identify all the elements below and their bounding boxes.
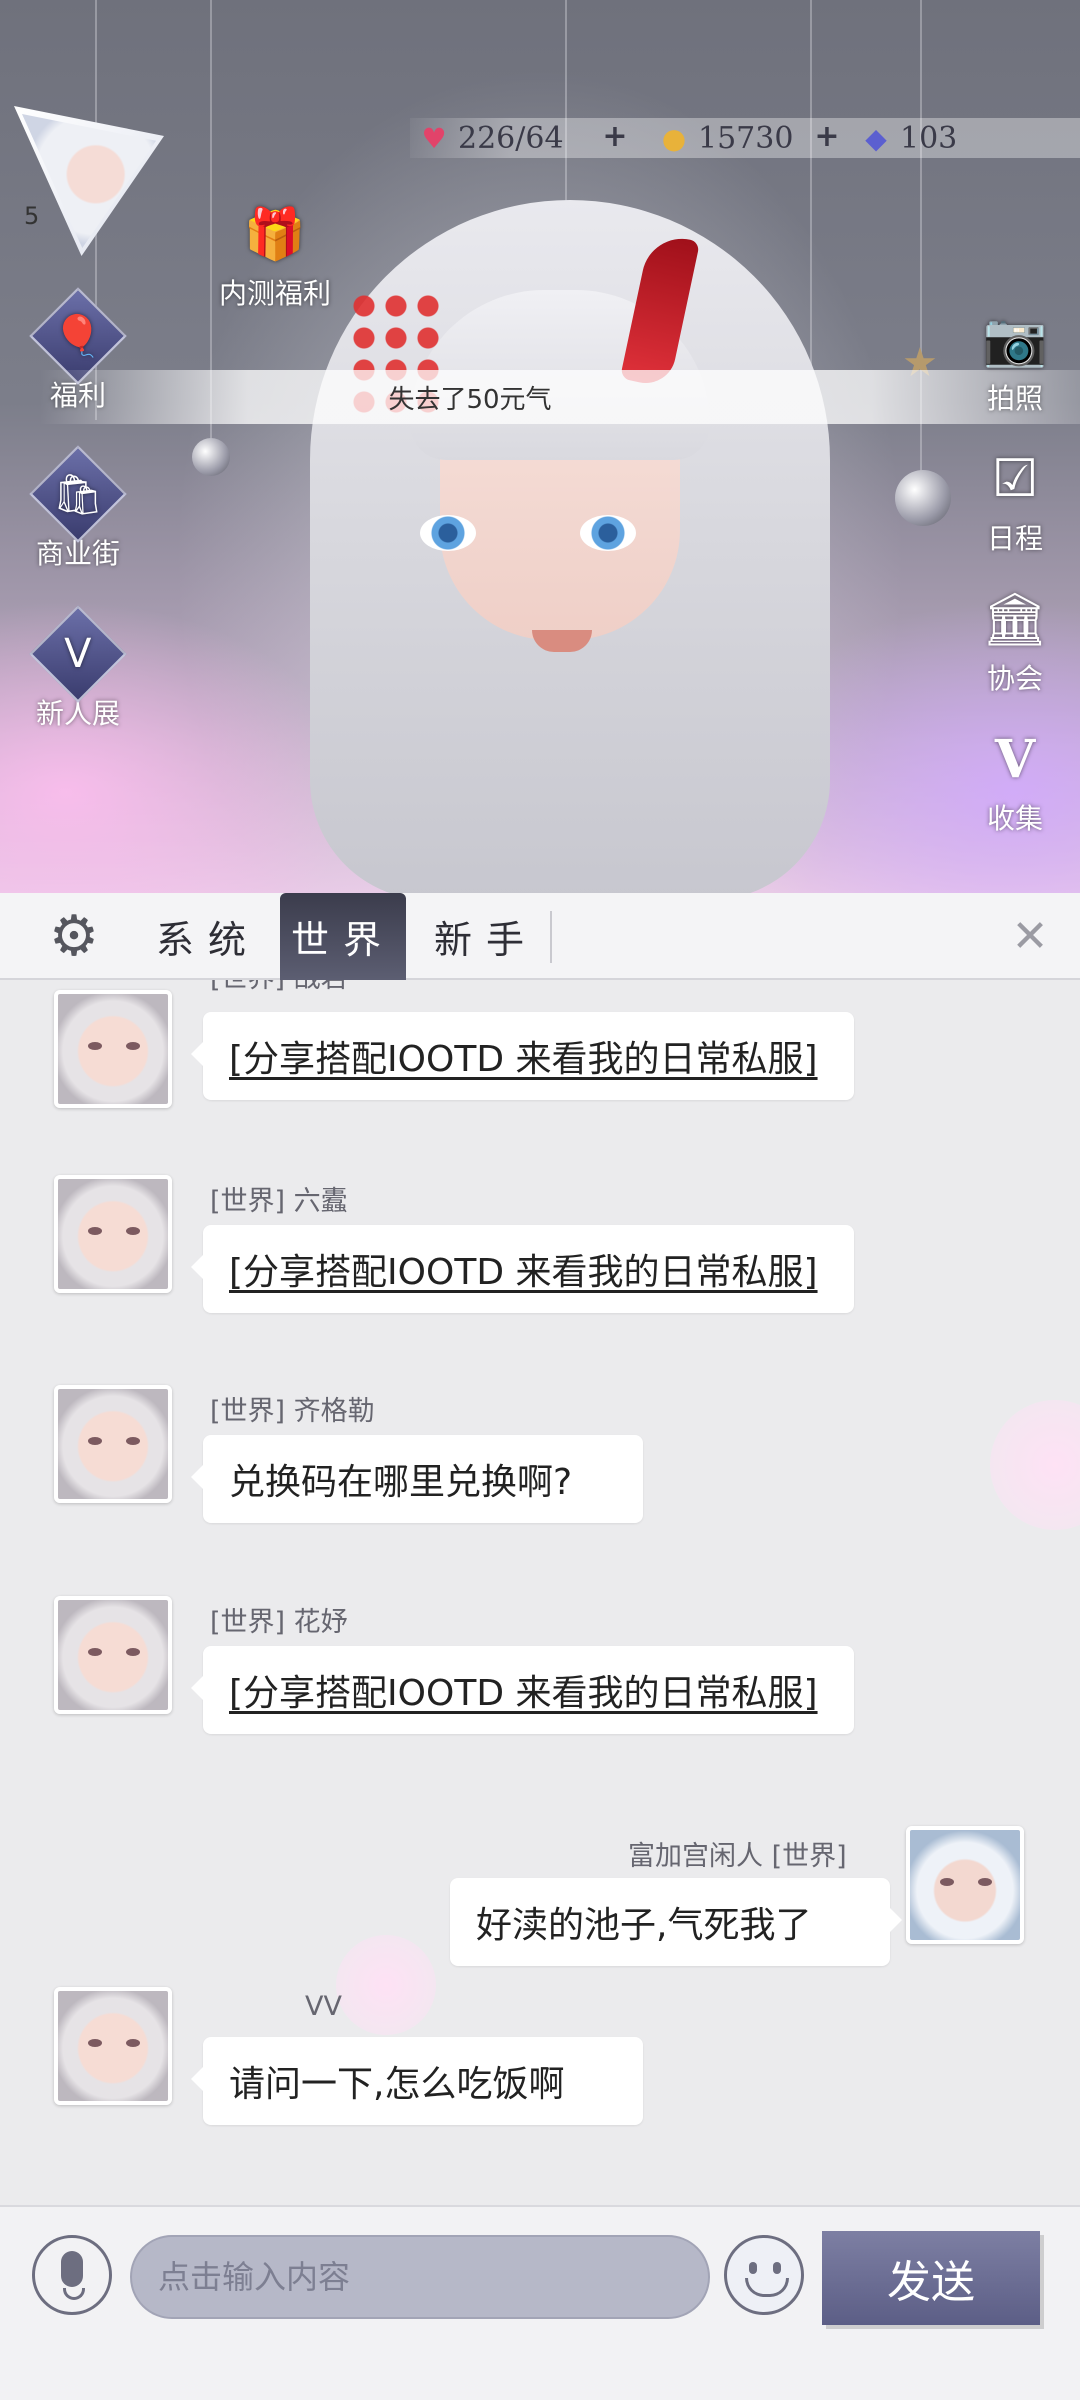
tab-world-label: 世界 [290,918,395,962]
message-bubble[interactable]: [分享搭配IOOTD 来看我的日常私服] [191,1646,854,1734]
message-bubble[interactable]: 请问一下,怎么吃饭啊 [191,2037,643,2125]
message-bubble[interactable]: [分享搭配IOOTD 来看我的日常私服] [191,1012,854,1100]
microphone-icon [61,2251,83,2287]
diamonds-value: 103 [900,120,958,156]
chat-tab-bar: ⚙ 系统 世界 新手 ✕ [0,893,1080,980]
tab-world[interactable]: 世界 [280,893,406,980]
coin-icon: ● [661,121,687,155]
guild-label: 协会 [986,662,1043,695]
player-avatar[interactable]: 5 [14,106,164,256]
diamond-icon: ◆ [865,121,887,155]
sender-name: VV [305,1991,342,2022]
diamonds-display: ◆ 103 [858,116,957,160]
tab-divider [550,911,552,963]
sender-avatar[interactable] [54,1175,172,1293]
shop-street-button[interactable]: 🛍 商业街 [18,445,138,572]
building-icon: 🏛 [981,589,1048,650]
collection-button[interactable]: V 收集 [965,725,1065,837]
character-eye [580,515,636,551]
schedule-label: 日程 [986,522,1043,555]
add-coins-icon[interactable]: + [812,122,842,152]
camera-icon: 📷 [982,309,1048,370]
collection-label: 收集 [986,802,1043,835]
sender-avatar[interactable] [54,1385,172,1503]
notice-text: 失去了50元气 [388,384,552,415]
decorative-bubble [336,1935,436,2035]
heart-icon: ♥ [421,121,447,155]
emoji-button-icon[interactable] [724,2235,804,2315]
chat-input-bar: 发送 [0,2205,1080,2400]
photo-label: 拍照 [986,382,1043,415]
hanging-string [920,0,922,520]
player-level: 5 [24,202,40,230]
tab-newbie[interactable]: 新手 [420,893,552,980]
settings-gear-icon[interactable]: ⚙ [42,907,106,971]
decorative-bubble [990,1400,1080,1530]
tab-system-label: 系统 [155,918,260,962]
coins-value: 15730 [698,120,794,156]
guild-button[interactable]: 🏛 协会 [965,585,1065,697]
calendar-check-icon: ☑ [991,449,1039,509]
close-icon[interactable]: ✕ [1000,907,1060,967]
character-portrait[interactable] [290,170,850,893]
sender-avatar[interactable] [54,1596,172,1714]
add-stamina-icon[interactable]: + [600,122,630,152]
message-bubble[interactable]: 好渎的池子,气死我了 [450,1878,902,1966]
photo-button[interactable]: 📷 拍照 [965,305,1065,417]
character-eye [420,515,476,551]
send-button[interactable]: 发送 [822,2231,1040,2325]
v-collection-icon: V [994,728,1036,790]
notice-banner: 失去了50元气 [40,370,1080,424]
my-avatar[interactable] [906,1826,1024,1944]
sender-name: [世界] 齐格勒 [210,1396,375,1427]
message-bubble[interactable]: 兑换码在哪里兑换啊? [191,1435,643,1523]
beta-welfare-label: 内测福利 [218,277,331,310]
chat-message-list[interactable]: [世界] 战若 [分享搭配IOOTD 来看我的日常私服] [世界] 六蠹 [分享… [0,980,1080,2205]
sender-name: [世界] 花妤 [210,1607,348,1638]
sender-name: 富加宫闲人 [世界] [628,1841,847,1872]
schedule-button[interactable]: ☑ 日程 [965,445,1065,557]
gift-icon: 🎁 [243,204,307,263]
message-bubble[interactable]: [分享搭配IOOTD 来看我的日常私服] [191,1225,854,1313]
beta-welfare-button[interactable]: 🎁 内测福利 [200,200,350,312]
microphone-stand-icon [63,2288,85,2300]
v-badge-icon: V [29,605,127,703]
ornament-ball [895,470,951,526]
sender-avatar[interactable] [54,1987,172,2105]
stamina-display: ♥ 226/64 [416,116,564,160]
sender-name: [世界] 六蠹 [210,1186,348,1217]
stamina-value: 226/64 [458,120,564,156]
sender-avatar[interactable] [54,990,172,1108]
coins-display: ● 15730 [656,116,794,160]
ornament-ball [192,438,230,476]
chat-text-input[interactable] [130,2235,710,2319]
sender-name: [世界] 战若 [210,980,348,995]
tab-system[interactable]: 系统 [142,893,274,980]
newbie-show-button[interactable]: V 新人展 [18,605,138,732]
voice-input-button[interactable] [32,2235,112,2315]
shopping-bag-icon: 🛍 [29,445,127,543]
tab-newbie-label: 新手 [433,918,538,962]
